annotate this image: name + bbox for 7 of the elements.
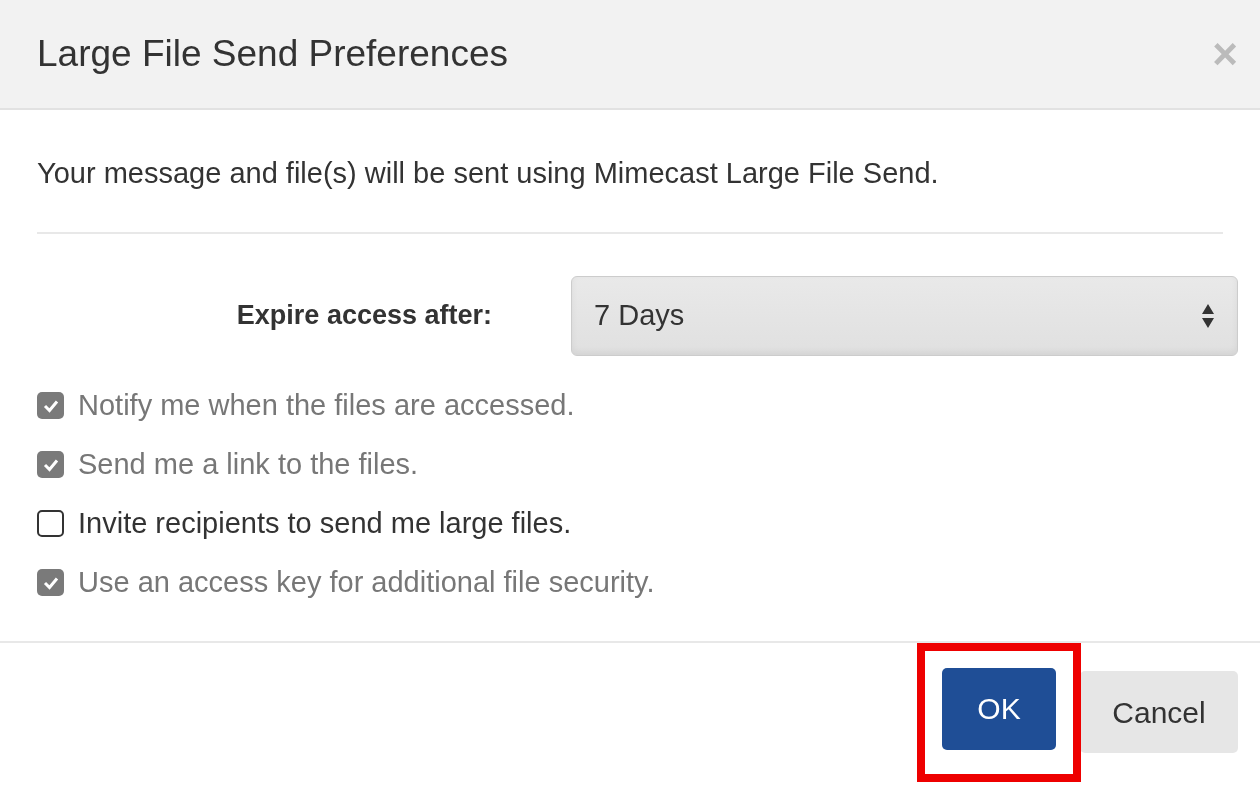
- ok-button[interactable]: OK: [942, 667, 1056, 750]
- info-text: Your message and file(s) will be sent using Mimecast Large File Send.: [37, 152, 1223, 234]
- expire-label: Expire access after:: [235, 299, 492, 333]
- expire-select[interactable]: 7 Days: [571, 275, 1238, 356]
- dialog-title: Large File Send Preferences: [37, 32, 508, 77]
- option-checkbox[interactable]: Invite recipients to send me large files.: [37, 505, 1260, 542]
- cancel-button[interactable]: Cancel: [1080, 671, 1238, 753]
